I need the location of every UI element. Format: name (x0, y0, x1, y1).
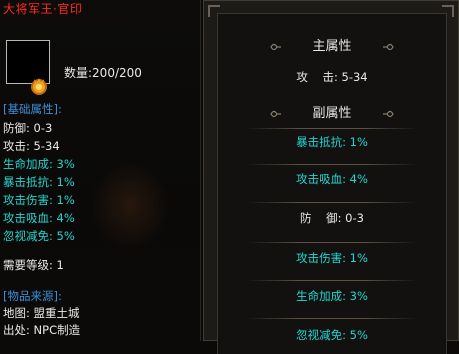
sub-attributes-label: 副属性 (312, 106, 352, 121)
base-stat-attack: 攻击: 5-34 (3, 139, 60, 153)
seal-medal-icon (31, 78, 47, 95)
level-requirement: 需要等级: 1 (3, 258, 64, 272)
sub-stat-defense: 防 御: 0-3 (300, 211, 364, 225)
sub-stat-crit-resist: 暴击抵抗: 1% (296, 135, 368, 149)
background-glow (90, 160, 170, 250)
attribute-panel: 主属性 攻 击: 5-34 副属性 暴击抵抗: 1% 攻击吸血: 4% 防 御:… (203, 0, 459, 354)
base-attributes-header: [基础属性]: (3, 102, 62, 116)
row-divider (246, 202, 418, 203)
row-divider (246, 318, 418, 319)
main-stat-attack: 攻 击: 5-34 (296, 70, 368, 84)
base-stat-attack-damage: 攻击伤害: 1% (3, 193, 75, 207)
base-stat-ignore-reduction: 忽视减免: 5% (3, 229, 75, 243)
sub-stat-lifesteal: 攻击吸血: 4% (296, 172, 368, 186)
row-divider (246, 128, 418, 129)
base-stat-defense: 防御: 0-3 (3, 121, 53, 135)
base-stat-hp-bonus: 生命加成: 3% (3, 157, 75, 171)
item-tooltip: 大将军王·官印 数量:200/200 [基础属性]: 防御: 0-3 攻击: 5… (0, 0, 201, 341)
row-divider (246, 280, 418, 281)
sub-stat-hp-bonus: 生命加成: 3% (296, 289, 368, 303)
base-stat-crit-resist: 暴击抵抗: 1% (3, 175, 75, 189)
row-divider (246, 164, 418, 165)
attribute-list: 主属性 攻 击: 5-34 副属性 暴击抵抗: 1% 攻击吸血: 4% 防 御:… (217, 13, 447, 354)
main-attributes-label: 主属性 (312, 39, 352, 54)
base-stat-lifesteal: 攻击吸血: 4% (3, 211, 75, 225)
item-source-header: [物品来源]: (3, 289, 62, 303)
ornament-icon (383, 43, 394, 51)
ornament-icon (383, 110, 394, 118)
source-origin: 出处: NPC制造 (3, 323, 81, 337)
sub-stat-attack-damage: 攻击伤害: 1% (296, 251, 368, 265)
item-title: 大将军王·官印 (3, 2, 83, 16)
sub-attributes-header: 副属性 (218, 105, 446, 123)
main-attributes-header: 主属性 (218, 38, 446, 56)
item-quantity: 数量:200/200 (64, 66, 142, 80)
source-map: 地图: 盟重土城 (3, 306, 80, 320)
ornament-icon (270, 43, 281, 51)
ornament-icon (270, 110, 281, 118)
row-divider (246, 242, 418, 243)
